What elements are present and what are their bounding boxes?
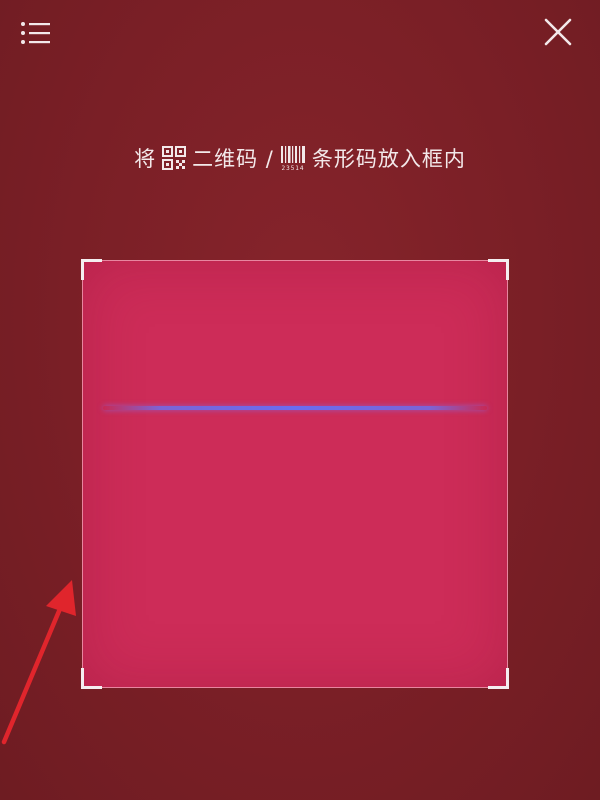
list-menu-icon — [21, 22, 50, 44]
hint-prefix: 将 — [134, 147, 157, 171]
qr-code-icon — [162, 146, 187, 170]
hint-qr-label: 二维码 / — [192, 147, 274, 171]
close-button[interactable] — [542, 16, 574, 48]
qr-scanner-screen: 将 二维码 / 23514 条形码放入框内 — [0, 0, 600, 800]
scan-line — [103, 406, 487, 410]
frame-corner-bottom-right — [488, 668, 509, 689]
barcode-icon: 23514 — [280, 145, 306, 171]
red-arrow-annotation — [1, 580, 76, 745]
hint-barcode-label: 条形码放入框内 — [311, 147, 466, 171]
frame-corner-top-right — [488, 259, 509, 280]
scan-instruction: 将 二维码 / 23514 条形码放入框内 — [0, 140, 600, 176]
close-icon — [544, 18, 572, 46]
menu-button[interactable] — [18, 18, 54, 48]
barcode-digits: 23514 — [281, 165, 304, 171]
frame-corner-top-left — [81, 259, 102, 280]
scan-frame — [81, 259, 509, 689]
